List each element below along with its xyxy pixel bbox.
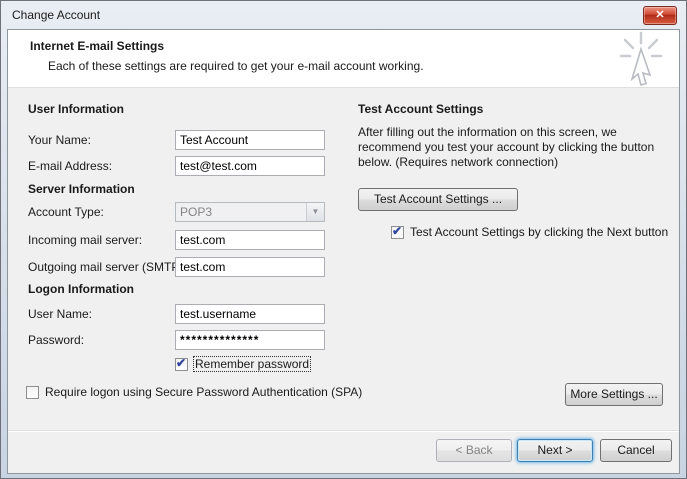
back-button-label: < Back bbox=[455, 443, 492, 457]
email-address-label: E-mail Address: bbox=[28, 159, 112, 173]
test-on-next-label: Test Account Settings by clicking the Ne… bbox=[410, 225, 668, 239]
username-input[interactable] bbox=[175, 304, 325, 324]
dialog-body: Internet E-mail Settings Each of these s… bbox=[7, 29, 680, 474]
chevron-down-icon: ▼ bbox=[306, 203, 324, 221]
remember-password-checkbox[interactable]: Remember password bbox=[175, 357, 310, 371]
next-button-label: Next > bbox=[537, 443, 572, 457]
remember-password-label: Remember password bbox=[194, 357, 310, 371]
more-settings-button-label: More Settings ... bbox=[570, 387, 657, 401]
logon-information-heading: Logon Information bbox=[28, 282, 134, 296]
cancel-button-label: Cancel bbox=[617, 443, 654, 457]
incoming-server-input[interactable] bbox=[175, 230, 325, 250]
incoming-server-label: Incoming mail server: bbox=[28, 233, 142, 247]
titlebar[interactable]: Change Account ✕ bbox=[1, 1, 686, 29]
your-name-input[interactable] bbox=[175, 130, 325, 150]
test-on-next-checkbox[interactable]: Test Account Settings by clicking the Ne… bbox=[391, 225, 668, 239]
account-type-label: Account Type: bbox=[28, 205, 104, 219]
outgoing-server-input[interactable] bbox=[175, 257, 325, 277]
more-settings-button[interactable]: More Settings ... bbox=[565, 383, 663, 406]
back-button[interactable]: < Back bbox=[436, 439, 512, 462]
spa-checkbox[interactable]: Require logon using Secure Password Auth… bbox=[26, 385, 362, 399]
test-account-settings-heading: Test Account Settings bbox=[358, 102, 483, 116]
password-input[interactable] bbox=[175, 330, 325, 350]
sparkle-cursor-icon bbox=[601, 31, 663, 92]
test-settings-description: After filling out the information on thi… bbox=[358, 125, 680, 170]
close-icon: ✕ bbox=[655, 9, 664, 21]
page-title: Internet E-mail Settings bbox=[30, 39, 164, 53]
dialog-header: Internet E-mail Settings Each of these s… bbox=[8, 30, 679, 88]
checkbox-icon[interactable] bbox=[26, 386, 39, 399]
username-label: User Name: bbox=[28, 307, 92, 321]
window-title: Change Account bbox=[12, 8, 100, 22]
user-information-heading: User Information bbox=[28, 102, 124, 116]
test-account-settings-button[interactable]: Test Account Settings ... bbox=[358, 188, 518, 211]
next-button[interactable]: Next > bbox=[517, 439, 593, 462]
email-address-input[interactable] bbox=[175, 156, 325, 176]
footer-separator bbox=[8, 430, 679, 432]
checkmark-icon[interactable] bbox=[391, 226, 404, 239]
spa-label: Require logon using Secure Password Auth… bbox=[45, 385, 362, 399]
account-type-value: POP3 bbox=[176, 205, 306, 219]
page-subtitle: Each of these settings are required to g… bbox=[48, 59, 424, 73]
test-account-settings-button-label: Test Account Settings ... bbox=[374, 192, 502, 206]
change-account-dialog: Change Account ✕ Internet E-mail Setting… bbox=[0, 0, 687, 479]
cancel-button[interactable]: Cancel bbox=[600, 439, 672, 462]
server-information-heading: Server Information bbox=[28, 182, 135, 196]
your-name-label: Your Name: bbox=[28, 133, 91, 147]
account-type-dropdown[interactable]: POP3 ▼ bbox=[175, 202, 325, 222]
password-label: Password: bbox=[28, 333, 84, 347]
close-button[interactable]: ✕ bbox=[643, 6, 677, 25]
outgoing-server-label: Outgoing mail server (SMTP): bbox=[28, 260, 187, 274]
checkmark-icon[interactable] bbox=[175, 358, 188, 371]
